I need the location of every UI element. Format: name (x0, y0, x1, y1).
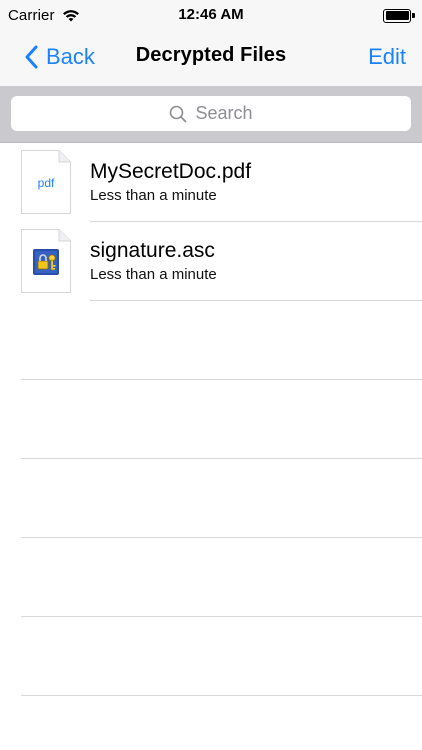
empty-row (0, 380, 422, 459)
file-row[interactable]: pdf MySecretDoc.pdf Less than a minute (0, 143, 422, 222)
file-modified-time: Less than a minute (90, 266, 217, 283)
search-icon (170, 105, 187, 122)
search-bar: Search (0, 86, 422, 143)
file-name: signature.asc (90, 239, 215, 262)
file-modified-time: Less than a minute (90, 187, 217, 204)
empty-row (0, 538, 422, 617)
row-divider (21, 695, 422, 696)
decrypted-files-screen: Carrier 12:46 AM Back Decrypted Files Ed… (0, 0, 422, 750)
pdf-file-icon: pdf (21, 150, 71, 214)
empty-row (0, 617, 422, 696)
battery-icon (383, 8, 416, 23)
navigation-bar: Back Decrypted Files Edit (0, 30, 422, 86)
file-row[interactable]: signature.asc Less than a minute (0, 222, 422, 301)
pdf-file-label: pdf (37, 176, 55, 190)
search-input[interactable]: Search (11, 96, 411, 131)
empty-row (0, 301, 422, 380)
edit-button[interactable]: Edit (368, 44, 406, 70)
battery-fill (385, 11, 409, 20)
status-bar: Carrier 12:46 AM (0, 0, 422, 30)
file-name: MySecretDoc.pdf (90, 160, 252, 183)
page-title: Decrypted Files (135, 44, 287, 66)
search-placeholder: Search (195, 103, 253, 123)
status-time: 12:46 AM (178, 6, 244, 23)
lock-key-icon (33, 249, 59, 275)
file-list: pdf MySecretDoc.pdf Less than a minute s… (0, 143, 422, 696)
empty-row (0, 459, 422, 538)
key-file-icon (21, 229, 71, 293)
